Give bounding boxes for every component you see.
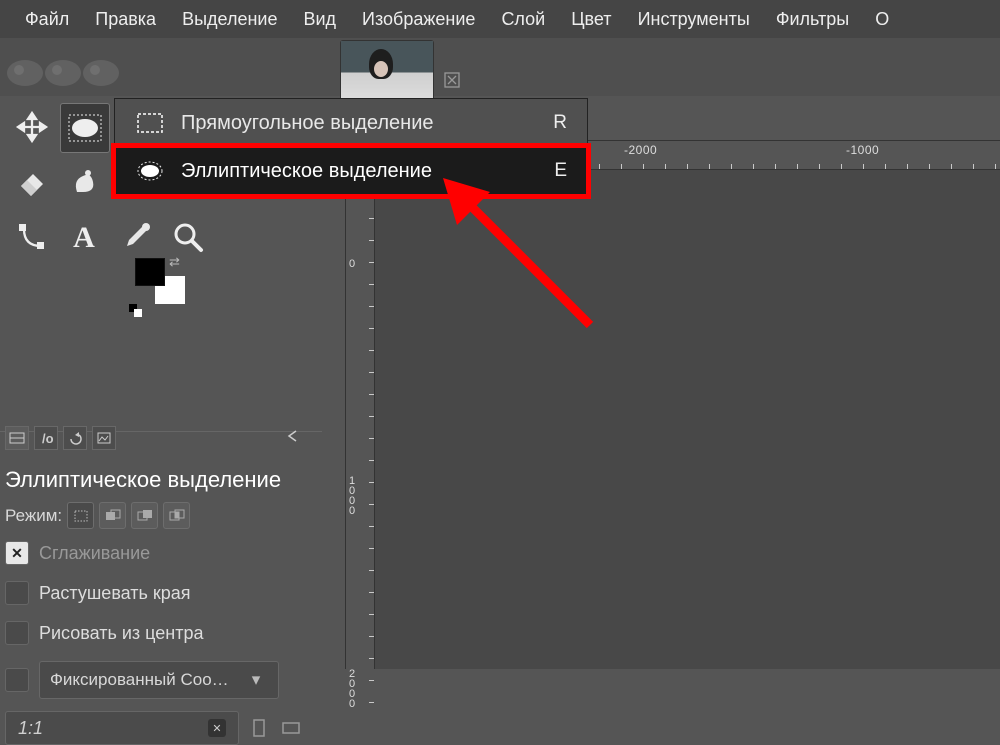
entry-ratio-text: 1:1 [18, 718, 43, 739]
orientation-landscape-icon[interactable] [279, 716, 303, 740]
dock-collapse-icon[interactable] [282, 426, 302, 446]
vruler-label: 2000 [349, 669, 355, 709]
menu-edit[interactable]: Правка [82, 0, 169, 38]
wilber-logo-icon [3, 43, 123, 89]
menu-view[interactable]: Вид [290, 0, 349, 38]
annotation-arrow [435, 170, 625, 360]
clear-entry-icon[interactable]: ✕ [208, 719, 226, 737]
checkbox-from-center[interactable] [5, 621, 29, 645]
tool-paths[interactable] [8, 213, 56, 261]
svg-text:A: A [73, 221, 95, 254]
label-from-center: Рисовать из центра [39, 623, 204, 644]
menu-tools[interactable]: Инструменты [625, 0, 763, 38]
ellipse-select-icon [135, 156, 165, 186]
tool-bucket-fill[interactable] [8, 159, 56, 207]
checkbox-antialias[interactable] [5, 541, 29, 565]
swap-colors-icon[interactable]: ⇄ [169, 254, 180, 270]
tool-move[interactable] [8, 103, 56, 151]
close-tab-icon[interactable] [441, 69, 463, 91]
menu-select[interactable]: Выделение [169, 0, 290, 38]
foreground-color[interactable] [135, 258, 165, 286]
vruler-label: 1000 [349, 476, 355, 516]
dock-tab-undo[interactable] [63, 426, 87, 450]
mode-subtract[interactable] [131, 502, 158, 529]
combo-fixed-text: Фиксированный Соо… [50, 670, 229, 690]
flyout-item-ellipse-label: Эллиптическое выделение [181, 160, 432, 183]
menu-about[interactable]: О [862, 0, 902, 38]
menu-filters[interactable]: Фильтры [763, 0, 862, 38]
mode-add[interactable] [99, 502, 126, 529]
vertical-ruler[interactable]: 0 1000 2000 [346, 169, 375, 669]
entry-ratio[interactable]: 1:1 ✕ [5, 711, 239, 745]
menu-image[interactable]: Изображение [349, 0, 488, 38]
checkbox-feather[interactable] [5, 581, 29, 605]
tool-options-title: Эллиптическое выделение [5, 467, 281, 493]
tool-options-panel: /o Эллиптическое выделение Режим: Сглажи… [0, 431, 322, 669]
tool-warp[interactable] [60, 159, 108, 207]
mode-intersect[interactable] [163, 502, 190, 529]
label-antialias: Сглаживание [39, 543, 150, 564]
label-feather: Растушевать края [39, 583, 191, 604]
tool-ellipse-select[interactable] [60, 103, 110, 153]
dock-tabs: /o [5, 426, 116, 450]
hruler-label: -2000 [624, 143, 657, 157]
dock-tab-tool-options[interactable] [5, 426, 29, 450]
color-swatch[interactable]: ⇄ [127, 254, 197, 319]
menu-layer[interactable]: Слой [488, 0, 558, 38]
svg-text:/o: /o [42, 431, 53, 445]
flyout-item-rect-shortcut: R [553, 112, 567, 134]
dock-tab-images[interactable] [92, 426, 116, 450]
mode-label: Режим: [5, 506, 62, 526]
rect-select-icon [135, 108, 165, 138]
chevron-down-icon: ▾ [244, 670, 268, 690]
hruler-label: -1000 [846, 143, 879, 157]
flyout-item-rect-label: Прямоугольное выделение [181, 112, 434, 135]
menubar: Файл Правка Выделение Вид Изображение Сл… [0, 0, 1000, 38]
flyout-item-rect-select[interactable]: Прямоугольное выделение R [115, 99, 587, 147]
checkbox-fixed[interactable] [5, 668, 29, 692]
mode-replace[interactable] [67, 502, 94, 529]
tool-text[interactable]: A [60, 213, 108, 261]
orientation-portrait-icon[interactable] [247, 716, 271, 740]
mode-bar: Режим: [5, 502, 317, 529]
menu-file[interactable]: Файл [12, 0, 82, 38]
combo-fixed[interactable]: Фиксированный Соо… ▾ [39, 661, 279, 699]
dock-tab-device[interactable]: /o [34, 426, 58, 450]
titlebar-strip [0, 38, 1000, 96]
vruler-label: 0 [349, 259, 355, 269]
default-colors-icon[interactable] [129, 304, 142, 317]
menu-color[interactable]: Цвет [558, 0, 624, 38]
